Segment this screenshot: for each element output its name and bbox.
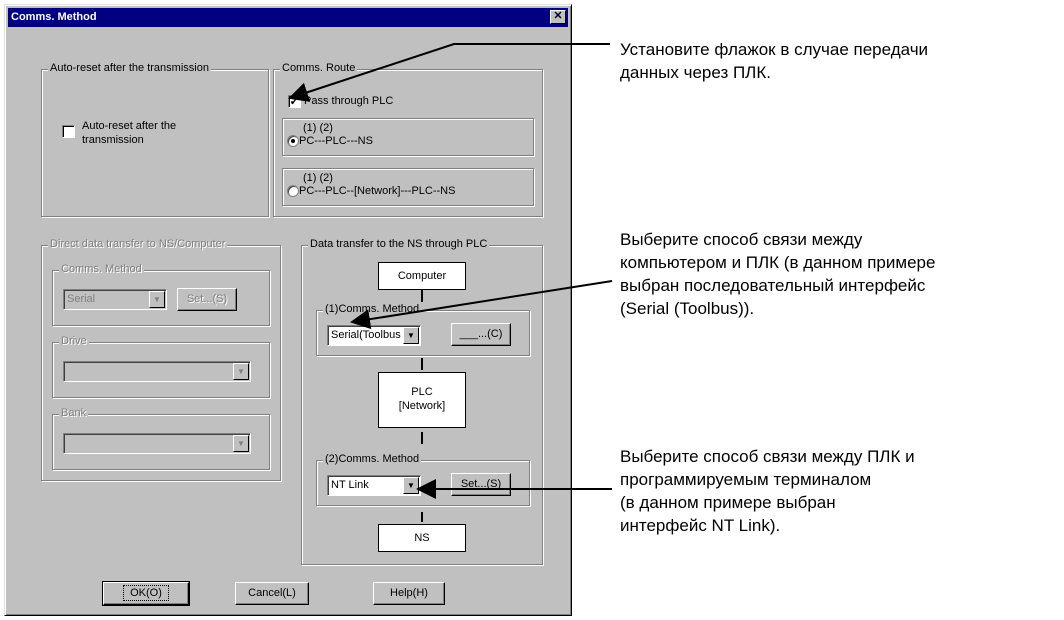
comms-route-group: Comms. Route ✓ Pass through PLC (1) (2) … xyxy=(273,62,543,217)
ok-button[interactable]: OK(O) xyxy=(102,581,190,606)
help-button[interactable]: Help(H) xyxy=(373,582,445,605)
annotation-2: Выберите способ связи между компьютером … xyxy=(620,228,935,320)
chevron-down-icon: ▼ xyxy=(233,435,249,452)
chevron-down-icon: ▼ xyxy=(403,327,419,344)
plc-transfer-group: Data transfer to the NS through PLC Comp… xyxy=(301,238,543,565)
annotation-1-line2: данных через ПЛК. xyxy=(620,63,771,82)
route-option-2-line2: PC---PLC--[Network]---PLC--NS xyxy=(299,185,456,197)
close-icon: ✕ xyxy=(553,10,563,22)
method2-select[interactable]: NT Link ▼ xyxy=(327,475,421,496)
ns-box-label: NS xyxy=(414,532,430,544)
auto-reset-label-1: Auto-reset after the xyxy=(82,120,177,132)
annotation-2-line3: выбран последовательный интерфейс xyxy=(620,276,926,295)
plc-box-line1: PLC xyxy=(411,386,433,398)
chevron-down-icon: ▼ xyxy=(403,477,419,494)
plc-box: PLC [Network] xyxy=(378,372,466,428)
direct-transfer-group: Direct data transfer to NS/Computer Comm… xyxy=(41,238,281,481)
chevron-down-icon: ▼ xyxy=(149,291,165,308)
direct-set-button-label: Set...(S) xyxy=(186,293,228,305)
annotation-3-line1: Выберите способ связи между ПЛК и xyxy=(620,447,915,466)
help-button-label: Help(H) xyxy=(390,587,428,599)
annotation-2-line4: (Serial (Toolbus)). xyxy=(620,299,755,318)
cancel-button[interactable]: Cancel(L) xyxy=(235,582,309,605)
annotation-1: Установите флажок в случае передачи данн… xyxy=(620,38,928,84)
method2-set-button[interactable]: Set...(S) xyxy=(451,473,511,496)
method1-settings-button[interactable]: ___...(C) xyxy=(451,323,511,346)
plc-box-line2: [Network] xyxy=(398,400,446,412)
auto-reset-group: Auto-reset after the transmission Auto-r… xyxy=(41,62,269,217)
annotation-3-line3: (в данном примере выбран xyxy=(620,493,836,512)
direct-transfer-group-label: Direct data transfer to NS/Computer xyxy=(48,238,228,250)
annotation-2-line2: компьютером и ПЛК (в данном примере xyxy=(620,253,936,272)
computer-box: Computer xyxy=(378,262,466,290)
method1-value: Serial(Toolbus xyxy=(331,329,401,341)
route-option-2-radio[interactable] xyxy=(287,185,299,197)
bank-label: Bank xyxy=(59,407,89,419)
route-option-1-radio[interactable] xyxy=(287,135,299,147)
computer-box-label: Computer xyxy=(397,270,447,282)
ns-box: NS xyxy=(378,524,466,552)
dialog-title: Comms. Method xyxy=(11,11,97,23)
method2-button-label: Set...(S) xyxy=(460,478,502,490)
method2-label: (2)Comms. Method xyxy=(323,453,422,465)
ok-button-label: OK(O) xyxy=(123,585,169,601)
method1-label: (1)Comms. Method xyxy=(323,303,422,315)
direct-comms-method-label: Comms. Method xyxy=(59,263,144,275)
method2-group: (2)Comms. Method NT Link ▼ Set...(S) xyxy=(316,453,530,506)
drive-select[interactable]: ▼ xyxy=(63,361,251,382)
route-option-1-line1: (1) (2) xyxy=(303,122,333,134)
cancel-button-label: Cancel(L) xyxy=(248,587,296,599)
pass-through-plc-checkbox[interactable]: ✓ xyxy=(288,95,301,108)
comms-route-group-label: Comms. Route xyxy=(280,62,358,74)
annotation-1-line1: Установите флажок в случае передачи xyxy=(620,40,929,59)
connector-line xyxy=(421,358,423,370)
bank-select[interactable]: ▼ xyxy=(63,433,251,454)
chevron-down-icon: ▼ xyxy=(233,363,249,380)
drive-group: Drive ▼ xyxy=(52,335,270,398)
annotation-2-line1: Выберите способ связи между xyxy=(620,230,863,249)
auto-reset-group-label: Auto-reset after the transmission xyxy=(48,62,211,74)
method1-group: (1)Comms. Method Serial(Toolbus ▼ ___...… xyxy=(316,303,530,356)
method1-button-label: ___...(C) xyxy=(459,328,503,340)
auto-reset-checkbox[interactable] xyxy=(62,125,75,138)
method1-select[interactable]: Serial(Toolbus ▼ xyxy=(327,325,421,346)
annotation-3-line2: программируемым терминалом xyxy=(620,470,872,489)
auto-reset-label-2: transmission xyxy=(82,134,144,146)
method2-value: NT Link xyxy=(331,479,369,491)
route-option-2-frame: (1) (2) PC---PLC--[Network]---PLC--NS xyxy=(282,168,534,206)
direct-comms-method-select[interactable]: Serial ▼ xyxy=(63,289,167,310)
route-option-1-line2: PC---PLC---NS xyxy=(299,135,373,147)
route-option-2-line1: (1) (2) xyxy=(303,172,333,184)
connector-line xyxy=(421,432,423,444)
connector-line xyxy=(421,512,423,522)
drive-label: Drive xyxy=(59,335,89,347)
bank-group: Bank ▼ xyxy=(52,407,270,470)
annotation-3-line4: интерфейс NT Link). xyxy=(620,516,781,535)
direct-set-button[interactable]: Set...(S) xyxy=(177,288,237,311)
title-bar: Comms. Method ✕ xyxy=(8,8,568,27)
annotation-3: Выберите способ связи между ПЛК и програ… xyxy=(620,445,915,537)
pass-through-plc-label: Pass through PLC xyxy=(304,95,394,107)
close-button[interactable]: ✕ xyxy=(550,10,566,24)
direct-comms-method-value: Serial xyxy=(67,293,96,305)
connector-line xyxy=(421,290,423,302)
comms-method-dialog: Comms. Method ✕ Auto-reset after the tra… xyxy=(4,4,572,616)
route-option-1-frame: (1) (2) PC---PLC---NS xyxy=(282,118,534,156)
direct-comms-method-group: Comms. Method Serial ▼ Set...(S) xyxy=(52,263,270,326)
plc-transfer-group-label: Data transfer to the NS through PLC xyxy=(308,238,490,250)
